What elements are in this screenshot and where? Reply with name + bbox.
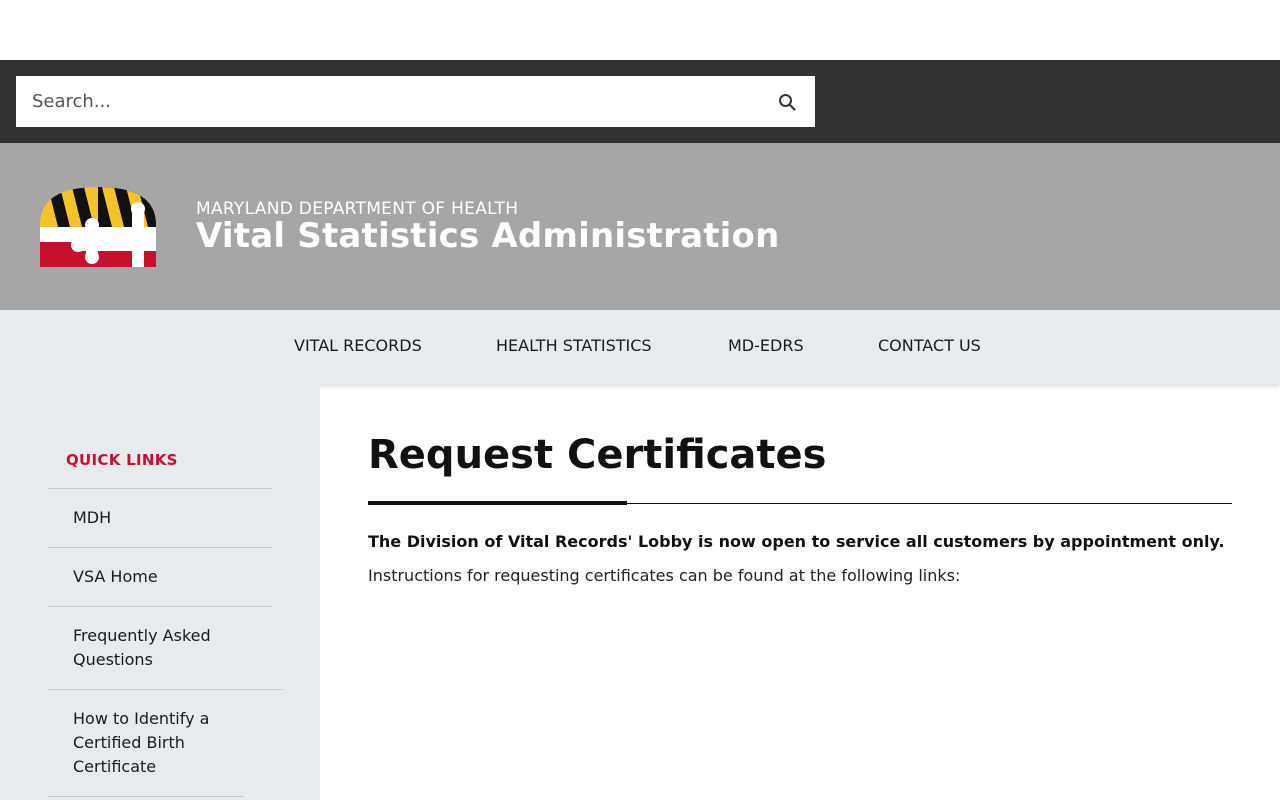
quick-links-heading: QUICK LINKS — [66, 451, 178, 469]
nav-item-contact-us[interactable]: CONTACT US — [878, 336, 981, 355]
instructions-text: Instructions for requesting certificates… — [368, 566, 961, 585]
nav-item-vital-records[interactable]: VITAL RECORDS — [294, 336, 422, 355]
main-nav: VITAL RECORDS HEALTH STATISTICS MD-EDRS … — [0, 310, 1280, 384]
top-spacer — [0, 0, 1280, 60]
maryland-flag-logo[interactable] — [40, 187, 156, 267]
lobby-notice: The Division of Vital Records' Lobby is … — [368, 532, 1225, 551]
page-title: Request Certificates — [368, 432, 827, 478]
site-title[interactable]: Vital Statistics Administration — [196, 216, 780, 256]
search-form — [16, 76, 815, 127]
quick-link-identify-birth-certificate[interactable]: How to Identify a Certified Birth Certif… — [48, 690, 243, 797]
quick-link-mdh[interactable]: MDH — [48, 489, 272, 548]
quick-link-faq[interactable]: Frequently Asked Questions — [48, 607, 283, 690]
sidebar: QUICK LINKS MDH VSA Home Frequently Aske… — [0, 384, 320, 800]
search-icon — [778, 93, 796, 111]
nav-item-md-edrs[interactable]: MD-EDRS — [728, 336, 804, 355]
title-divider-accent — [368, 501, 627, 505]
search-input[interactable] — [16, 76, 756, 127]
search-bar — [0, 60, 1280, 143]
nav-item-health-statistics[interactable]: HEALTH STATISTICS — [496, 336, 652, 355]
search-button[interactable] — [778, 93, 796, 111]
quick-links-list: MDH VSA Home Frequently Asked Questions … — [48, 488, 283, 797]
quick-link-vsa-home[interactable]: VSA Home — [48, 548, 272, 607]
site-header: MARYLAND DEPARTMENT OF HEALTH Vital Stat… — [0, 143, 1280, 310]
